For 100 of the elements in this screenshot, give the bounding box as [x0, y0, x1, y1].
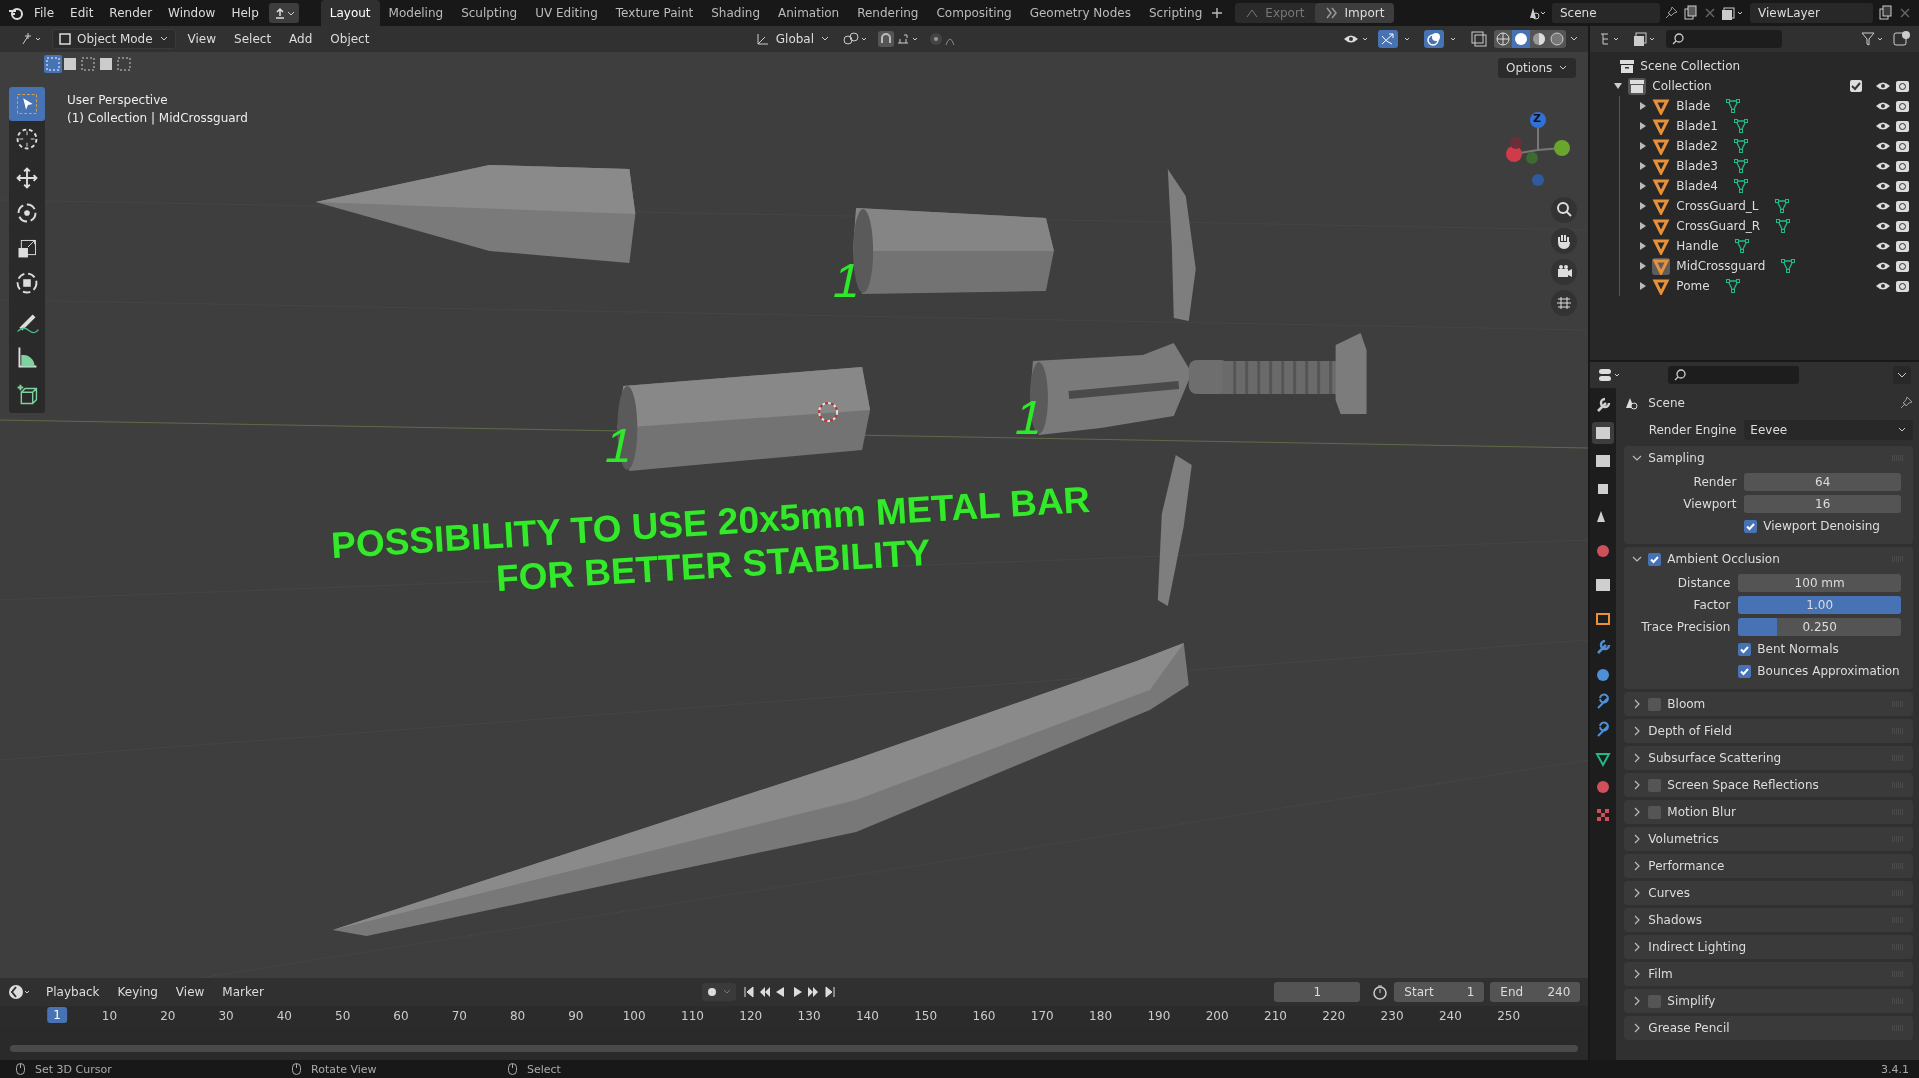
slider-field[interactable]: 0.250: [1738, 618, 1901, 636]
eye-icon[interactable]: [1876, 221, 1890, 231]
selection-mode-icon[interactable]: [44, 55, 134, 73]
mesh-object-icon[interactable]: [1652, 137, 1671, 155]
number-field[interactable]: 16: [1744, 495, 1901, 513]
panel-header[interactable]: Performance: [1624, 854, 1913, 878]
long-blade-model[interactable]: [332, 643, 1189, 936]
workspace-tab[interactable]: Animation: [769, 0, 849, 26]
panel-header[interactable]: Simplify: [1624, 989, 1913, 1013]
menu-item[interactable]: Window: [162, 6, 222, 20]
panel-header[interactable]: Bloom: [1624, 692, 1913, 716]
menu-item[interactable]: Render: [103, 6, 159, 20]
camera-icon[interactable]: [1896, 100, 1909, 112]
end-frame-field[interactable]: End 240: [1490, 982, 1581, 1002]
crossguard-model[interactable]: [1167, 169, 1196, 321]
mesh-data-icon[interactable]: [1781, 259, 1796, 273]
grid-icon[interactable]: [1551, 290, 1577, 316]
eye-icon[interactable]: [1876, 101, 1890, 111]
expand-arrow-icon[interactable]: [1640, 142, 1647, 150]
pin-icon[interactable]: [1664, 6, 1678, 20]
tree-item[interactable]: Scene Collection: [1640, 59, 1741, 73]
checkbox-label[interactable]: Bent Normals: [1757, 642, 1839, 656]
tree-item[interactable]: Blade2: [1676, 139, 1718, 153]
mesh-object-icon[interactable]: [1652, 237, 1671, 255]
mesh-object-icon[interactable]: [1652, 277, 1671, 295]
mesh-object-icon[interactable]: [1652, 117, 1671, 135]
camera-icon[interactable]: [1896, 80, 1909, 92]
eye-icon[interactable]: [1876, 181, 1890, 191]
checkbox[interactable]: [1850, 80, 1862, 92]
expand-arrow-icon[interactable]: [1640, 182, 1647, 190]
workspace-tab[interactable]: Shading: [702, 0, 769, 26]
frame-number[interactable]: 1: [47, 1007, 67, 1023]
zoom-icon[interactable]: [1551, 197, 1577, 223]
panel-header[interactable]: Subsurface Scattering: [1624, 746, 1913, 770]
menu-item[interactable]: Help: [225, 6, 265, 20]
mesh-object-icon[interactable]: [1652, 157, 1671, 175]
tree-item[interactable]: Blade: [1676, 99, 1711, 113]
copy-icon[interactable]: [1877, 4, 1895, 22]
workspace-tab[interactable]: Geometry Nodes: [1020, 0, 1140, 26]
expand-arrow-icon[interactable]: [1640, 222, 1647, 230]
slider-field[interactable]: 1.00: [1738, 596, 1901, 614]
checkbox[interactable]: [1738, 642, 1752, 656]
checkbox[interactable]: [1648, 805, 1662, 819]
camera-icon[interactable]: [1896, 140, 1909, 152]
xray-icon[interactable]: [1470, 30, 1489, 48]
menu-item[interactable]: Add: [283, 32, 319, 46]
checkbox[interactable]: [1648, 994, 1662, 1008]
pin-icon[interactable]: [1899, 396, 1913, 410]
orientation-dropdown[interactable]: Global: [749, 29, 837, 49]
panel-header[interactable]: Indirect Lighting: [1624, 935, 1913, 959]
camera-icon[interactable]: [1896, 180, 1909, 192]
eye-icon[interactable]: [1876, 121, 1890, 131]
camera-icon[interactable]: [1896, 240, 1909, 252]
chevron-icon[interactable]: [1632, 453, 1643, 463]
tree-item[interactable]: CrossGuard_R: [1676, 219, 1761, 233]
workspace-tab[interactable]: Modeling: [379, 0, 453, 26]
mesh-object-icon[interactable]: [1652, 217, 1671, 235]
tree-item[interactable]: Blade4: [1676, 179, 1718, 193]
panel-header[interactable]: Curves: [1624, 881, 1913, 905]
mode-dropdown[interactable]: Object Mode: [52, 29, 176, 49]
eye-icon[interactable]: [1876, 81, 1890, 91]
camera-icon[interactable]: [1896, 200, 1909, 212]
panel-header[interactable]: Grease Pencil: [1624, 1016, 1913, 1040]
expand-arrow-icon[interactable]: [1640, 122, 1647, 130]
mesh-data-icon[interactable]: [1726, 99, 1741, 113]
panel-header[interactable]: Volumetrics: [1624, 827, 1913, 851]
panel-header[interactable]: Depth of Field: [1624, 719, 1913, 743]
pan-hand-icon[interactable]: [1551, 228, 1577, 254]
menu-item[interactable]: File: [28, 6, 61, 20]
workspace-tab[interactable]: Texture Paint: [606, 0, 703, 26]
eye-icon[interactable]: [1876, 141, 1890, 151]
menu-item[interactable]: View: [169, 985, 211, 999]
panel-header[interactable]: Sampling: [1624, 446, 1913, 470]
eye-icon[interactable]: [1876, 261, 1890, 271]
menu-item[interactable]: Edit: [64, 6, 100, 20]
camera-icon[interactable]: [1896, 220, 1909, 232]
camera-icon[interactable]: [1896, 160, 1909, 172]
blade-tip-model[interactable]: [315, 165, 636, 263]
expand-arrow-icon[interactable]: [1640, 242, 1647, 250]
mesh-object-icon[interactable]: [1652, 257, 1671, 275]
eye-icon[interactable]: [1876, 281, 1890, 291]
copy-icon[interactable]: [1682, 4, 1700, 22]
select-box-icon[interactable]: [9, 87, 45, 121]
mesh-object-icon[interactable]: [1652, 197, 1671, 215]
panel-header[interactable]: Film: [1624, 962, 1913, 986]
camera-icon[interactable]: [1896, 260, 1909, 272]
import-button[interactable]: Import: [1314, 3, 1395, 23]
camera-icon[interactable]: [1896, 280, 1909, 292]
3d-cursor-icon[interactable]: [818, 402, 839, 422]
tree-item[interactable]: CrossGuard_L: [1676, 199, 1759, 213]
menu-item[interactable]: Playback: [40, 985, 106, 999]
render-tab[interactable]: [1592, 422, 1615, 444]
menu-item[interactable]: Select: [228, 32, 278, 46]
blender-logo-icon[interactable]: [8, 5, 24, 21]
mesh-data-icon[interactable]: [1774, 199, 1789, 213]
scrollbar[interactable]: [10, 1045, 1579, 1052]
tree-item[interactable]: Handle: [1676, 239, 1719, 253]
mesh-data-icon[interactable]: [1733, 179, 1748, 193]
workspace-tab[interactable]: Layout: [320, 0, 380, 26]
record-icon[interactable]: [702, 983, 737, 1001]
